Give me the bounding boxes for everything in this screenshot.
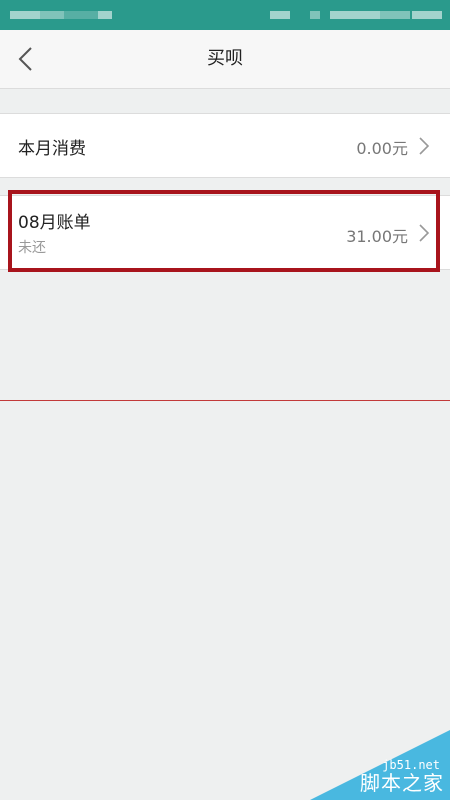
status-bar <box>0 0 450 30</box>
nav-header: 买呗 <box>0 30 450 89</box>
chevron-right-icon <box>419 137 430 155</box>
bill-status: 未还 <box>18 240 46 256</box>
back-button[interactable] <box>10 42 44 76</box>
bill-amount: 31.00元 <box>346 227 408 246</box>
chevron-left-icon <box>18 47 32 71</box>
current-month-spending-row[interactable]: 本月消费 0.00元 <box>0 113 450 178</box>
watermark-triangle <box>310 730 450 800</box>
current-month-amount: 0.00元 <box>356 139 408 158</box>
bill-month-label: 08月账单 <box>18 213 91 233</box>
current-month-label: 本月消费 <box>18 139 86 159</box>
watermark-name: 脚本之家 <box>360 771 444 795</box>
watermark-url: jb51.net <box>382 758 440 772</box>
watermark: jb51.net 脚本之家 <box>310 730 450 800</box>
page-title: 买呗 <box>207 48 243 69</box>
chevron-right-icon <box>419 224 430 242</box>
divider-line <box>0 400 450 401</box>
monthly-bill-row[interactable]: 08月账单 未还 31.00元 <box>0 195 450 270</box>
